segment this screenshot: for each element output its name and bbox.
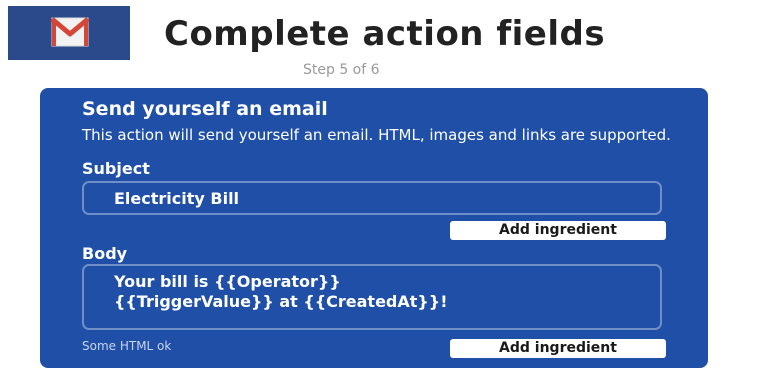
step-indicator: Step 5 of 6 xyxy=(303,62,380,78)
action-fields-card: Send yourself an email This action will … xyxy=(40,88,708,368)
subject-input[interactable]: Electricity Bill xyxy=(82,181,662,215)
body-textarea[interactable]: Your bill is {{Operator}} {{TriggerValue… xyxy=(82,264,662,330)
action-title: Send yourself an email xyxy=(82,98,328,120)
gmail-envelope-icon xyxy=(8,6,130,60)
body-text-line-2: {{TriggerValue}} at {{CreatedAt}}! xyxy=(114,292,448,311)
subject-add-ingredient-button[interactable]: Add ingredient xyxy=(450,221,666,240)
action-description: This action will send yourself an email.… xyxy=(82,126,671,144)
body-add-ingredient-button[interactable]: Add ingredient xyxy=(450,339,666,358)
body-helper-text: Some HTML ok xyxy=(82,339,172,353)
subject-label: Subject xyxy=(82,159,150,178)
body-text-line-1: Your bill is {{Operator}} xyxy=(114,272,341,291)
page-title: Complete action fields xyxy=(164,14,606,54)
body-label: Body xyxy=(82,244,128,263)
